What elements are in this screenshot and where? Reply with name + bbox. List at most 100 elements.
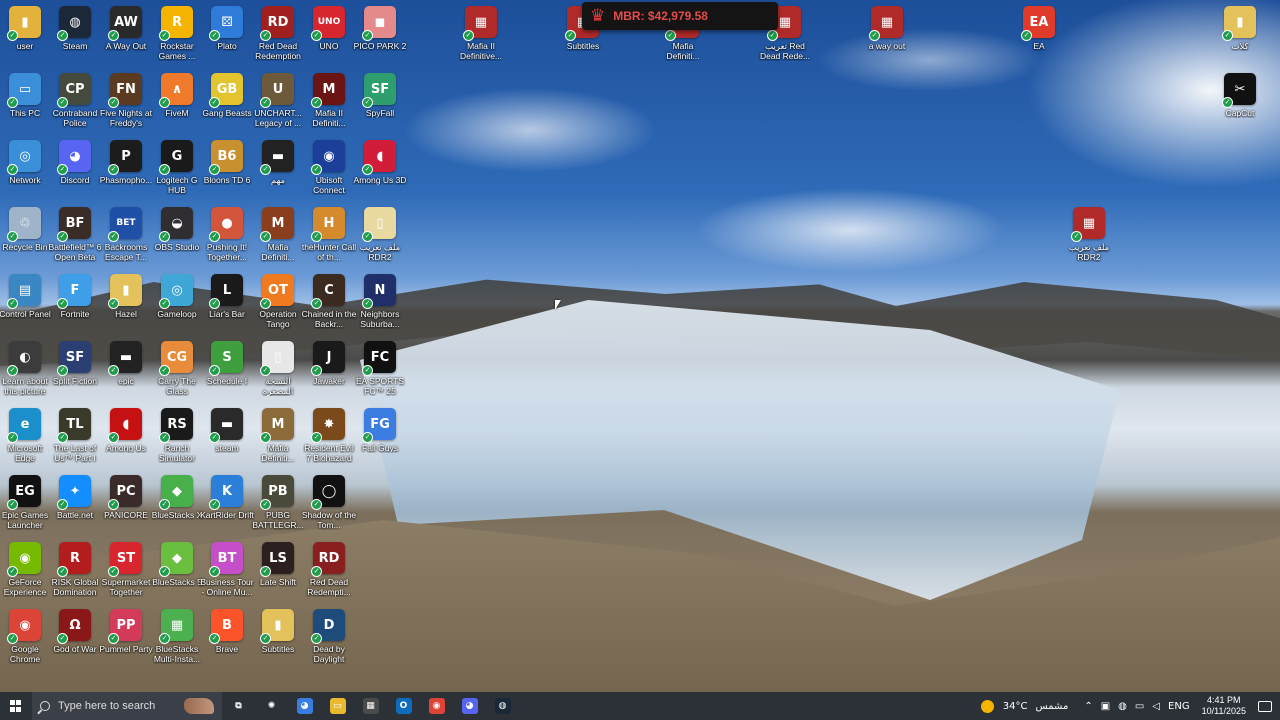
desktop-icon[interactable]: SF ✓ SpyFall bbox=[355, 73, 405, 137]
desktop-icon[interactable]: ST ✓ Supermarket Together bbox=[101, 542, 151, 606]
desktop-icon[interactable]: ◖ ✓ Among Us 3D bbox=[354, 140, 406, 204]
taskbar-search-box[interactable]: Type here to search bbox=[32, 692, 222, 720]
desktop-icon[interactable]: ⚄ ✓ Plato bbox=[202, 6, 252, 70]
calculator-taskbar-button[interactable]: ▦ bbox=[354, 692, 387, 720]
desktop-icon[interactable]: EA ✓ EA bbox=[1014, 6, 1064, 70]
desktop-icon[interactable]: S ✓ Schedule I bbox=[202, 341, 252, 405]
desktop-icon[interactable]: ▬ ✓ steam bbox=[202, 408, 252, 472]
desktop-icon[interactable]: ✦ ✓ Battle.net bbox=[50, 475, 100, 539]
desktop-icon[interactable]: J ✓ Jawaker bbox=[304, 341, 354, 405]
desktop-icon[interactable]: BET ✓ Backrooms Escape T... bbox=[101, 207, 151, 271]
desktop-icon[interactable]: K ✓ KartRider Drift bbox=[200, 475, 254, 539]
desktop-icon[interactable]: PP ✓ Pummel Party bbox=[99, 609, 153, 673]
desktop-icon[interactable]: CG ✓ Carry The Glass bbox=[152, 341, 202, 405]
desktop-icon[interactable]: ▮ ✓ Subtitles bbox=[253, 609, 303, 673]
desktop-icon[interactable]: ◍ ✓ Steam bbox=[50, 6, 100, 70]
desktop-icon[interactable]: FC ✓ EA SPORTS FC™ 25 bbox=[355, 341, 405, 405]
desktop-icon[interactable]: RD ✓ Red Dead Redemption bbox=[253, 6, 303, 70]
clock[interactable]: 4:41 PM 10/11/2025 bbox=[1202, 695, 1246, 717]
desktop-icon[interactable]: RS ✓ Ranch Simulator bbox=[152, 408, 202, 472]
desktop-icon[interactable]: C ✓ Chained in the Backr... bbox=[302, 274, 356, 338]
desktop-icon[interactable]: B6 ✓ Bloons TD 6 bbox=[202, 140, 252, 204]
desktop-icon[interactable]: ◉ ✓ GeForce Experience bbox=[0, 542, 50, 606]
display-icon[interactable]: ▭ bbox=[1135, 701, 1144, 712]
desktop-icon[interactable]: ◐ ✓ Learn about this picture bbox=[0, 341, 50, 405]
desktop-icon[interactable]: ◆ ✓ BlueStacks X bbox=[152, 475, 202, 539]
chrome-taskbar-button[interactable]: ◉ bbox=[420, 692, 453, 720]
weather-condition[interactable]: مشمس bbox=[1036, 701, 1069, 712]
desktop-icon[interactable]: CP ✓ Contraband Police bbox=[50, 73, 100, 137]
desktop-icon[interactable]: PB ✓ PUBG BATTLEGR... bbox=[252, 475, 304, 539]
desktop-icon[interactable]: ◼ ✓ PICO PARK 2 bbox=[354, 6, 406, 70]
file-explorer-taskbar-button[interactable]: ▭ bbox=[321, 692, 354, 720]
desktop-icon[interactable]: ▯ ✓ ملف تعريب RDR2 bbox=[355, 207, 405, 271]
desktop-icon[interactable]: ▮ ✓ user bbox=[0, 6, 50, 70]
desktop-icon[interactable]: BT ✓ Business Tour - Online Mu... bbox=[200, 542, 254, 606]
desktop-icon[interactable]: PC ✓ PANICORE bbox=[101, 475, 151, 539]
weather-temp[interactable]: 34°C bbox=[1003, 701, 1028, 712]
notification-icon[interactable] bbox=[1258, 700, 1272, 712]
steam-taskbar-button[interactable]: ◍ bbox=[486, 692, 519, 720]
desktop-icon[interactable]: ♲ ✓ Recycle Bin bbox=[0, 207, 50, 271]
copilot-taskbar-button[interactable]: ✺ bbox=[255, 692, 288, 720]
desktop-icon[interactable]: SF ✓ Split Fiction bbox=[50, 341, 100, 405]
desktop-icon[interactable]: ▦ ✓ BlueStacks Multi-Insta... bbox=[152, 609, 202, 673]
language-indicator[interactable]: ENG bbox=[1168, 701, 1190, 712]
desktop-icon[interactable]: ▦ ✓ a way out bbox=[862, 6, 912, 70]
desktop-icon[interactable]: ▮ ✓ Hazel bbox=[101, 274, 151, 338]
desktop-icon[interactable]: ▮ ✓ كلاب bbox=[1215, 6, 1265, 70]
desktop-icon[interactable]: TL ✓ The Last of Us™ Part I bbox=[50, 408, 100, 472]
desktop-icon[interactable]: ◉ ✓ Google Chrome bbox=[0, 609, 50, 673]
desktop-icon[interactable]: ◆ ✓ BlueStacks 5 bbox=[152, 542, 202, 606]
desktop-icon[interactable]: ◉ ✓ Ubisoft Connect bbox=[304, 140, 354, 204]
desktop-icon[interactable]: R ✓ RISK Global Domination bbox=[50, 542, 100, 606]
desktop-icon[interactable]: B ✓ Brave bbox=[202, 609, 252, 673]
desktop-icon[interactable]: AW ✓ A Way Out bbox=[101, 6, 151, 70]
desktop-icon[interactable]: FN ✓ Five Nights at Freddy's bbox=[100, 73, 152, 137]
desktop-icon[interactable]: ▬ ✓ مهم bbox=[253, 140, 303, 204]
chevron-up-icon[interactable]: ⌃ bbox=[1084, 701, 1092, 712]
app-tray-icon[interactable]: ▣ bbox=[1101, 701, 1110, 712]
desktop-icon[interactable]: ● ✓ Pushing It! Together... bbox=[202, 207, 252, 271]
desktop-icon[interactable]: ◒ ✓ OBS Studio bbox=[152, 207, 202, 271]
desktop-icon[interactable]: e ✓ Microsoft Edge bbox=[0, 408, 50, 472]
desktop-icon[interactable]: L ✓ Liar's Bar bbox=[202, 274, 252, 338]
desktop-icon[interactable]: ▦ ✓ ملف تعريب RDR2 bbox=[1064, 207, 1114, 271]
start-button[interactable] bbox=[0, 692, 32, 720]
desktop-icon[interactable]: M ✓ Mafia II Definiti... bbox=[304, 73, 354, 137]
network-icon[interactable]: ◍ bbox=[1118, 701, 1127, 712]
desktop-icon[interactable]: GB ✓ Gang Beasts bbox=[202, 73, 252, 137]
desktop-icon[interactable]: ◎ ✓ Network bbox=[0, 140, 50, 204]
desktop-icon[interactable]: EG ✓ Epic Games Launcher bbox=[0, 475, 50, 539]
speaker-icon[interactable]: ◁ bbox=[1152, 701, 1160, 712]
desktop-icon[interactable]: ✂ ✓ CapCut bbox=[1215, 73, 1265, 137]
desktop-icon[interactable]: RD ✓ Red Dead Redempti... bbox=[304, 542, 354, 606]
desktop-icon[interactable]: F ✓ Fortnite bbox=[50, 274, 100, 338]
desktop-icon[interactable]: D ✓ Dead by Daylight bbox=[304, 609, 354, 673]
desktop-icon[interactable]: ▭ ✓ This PC bbox=[0, 73, 50, 137]
desktop-icon[interactable]: H ✓ theHunter Call of th... bbox=[302, 207, 356, 271]
desktop-icon[interactable]: ◖ ✓ Among Us bbox=[101, 408, 151, 472]
desktop-icon[interactable]: UNO ✓ UNO bbox=[304, 6, 354, 70]
desktop-icon[interactable]: M ✓ Mafia Definiti... bbox=[253, 408, 303, 472]
task-view-taskbar-button[interactable]: ⧉ bbox=[222, 692, 255, 720]
copilot-app-taskbar-button[interactable]: ◕ bbox=[288, 692, 321, 720]
desktop-icon[interactable]: M ✓ Mafia Definiti... bbox=[253, 207, 303, 271]
desktop-icon[interactable]: ▦ ✓ Mafia II Definitive... bbox=[456, 6, 506, 70]
desktop-icon[interactable]: ▯ ✓ النسخة المصغرة bbox=[253, 341, 303, 405]
desktop-icon[interactable]: Ω ✓ God of War bbox=[50, 609, 100, 673]
desktop-icon[interactable]: ◕ ✓ Discord bbox=[50, 140, 100, 204]
desktop-icon[interactable]: BF ✓ Battlefield™ 6 Open Beta bbox=[49, 207, 101, 271]
desktop-icon[interactable]: N ✓ Neighbors Suburba... bbox=[355, 274, 405, 338]
desktop-icon[interactable]: R ✓ Rockstar Games ... bbox=[152, 6, 202, 70]
desktop-icon[interactable]: ▬ ✓ epic bbox=[101, 341, 151, 405]
desktop-icon[interactable]: ◎ ✓ Gameloop bbox=[152, 274, 202, 338]
desktop-icon[interactable]: ∧ ✓ FiveM bbox=[152, 73, 202, 137]
desktop-icon[interactable]: OT ✓ Operation Tango bbox=[253, 274, 303, 338]
outlook-taskbar-button[interactable]: O bbox=[387, 692, 420, 720]
desktop-icon[interactable]: ✸ ✓ Resident Evil 7 Biohazard bbox=[304, 408, 354, 472]
desktop-icon[interactable]: ◯ ✓ Shadow of the Tom... bbox=[302, 475, 356, 539]
desktop-icon[interactable]: U ✓ UNCHART... Legacy of ... bbox=[253, 73, 303, 137]
desktop-icon[interactable]: P ✓ Phasmopho... bbox=[100, 140, 152, 204]
desktop-icon[interactable]: ▤ ✓ Control Panel bbox=[0, 274, 51, 338]
